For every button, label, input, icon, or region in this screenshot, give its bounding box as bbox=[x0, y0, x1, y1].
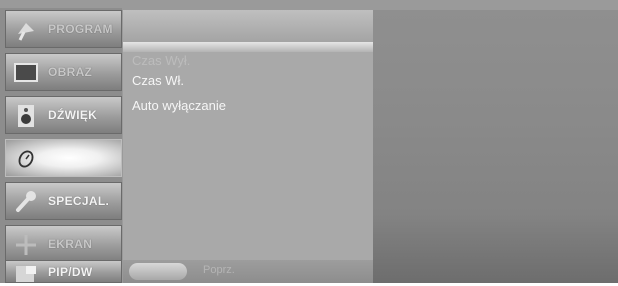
sidebar-item-ekran[interactable]: EKRAN bbox=[5, 225, 122, 263]
main-menu-sidebar: PROGRAM OBRAZ DŹWIĘK SPECJAL. EKRAN PIP/… bbox=[0, 8, 122, 283]
clock-icon bbox=[14, 147, 38, 171]
previous-label: Poprz. bbox=[203, 264, 235, 276]
satellite-dish-icon bbox=[14, 18, 38, 42]
sidebar-item-czas[interactable] bbox=[5, 139, 122, 177]
sidebar-item-label: OBRAZ bbox=[48, 65, 93, 79]
submenu-panel: Czas Wył. Czas Wł. Auto wyłączanie Poprz… bbox=[123, 10, 373, 283]
submenu-footer: Poprz. bbox=[123, 260, 373, 283]
tv-picture-background bbox=[373, 10, 618, 283]
sidebar-item-label: PIP/DW bbox=[48, 265, 93, 279]
wrench-icon bbox=[14, 190, 38, 214]
selection-highlight bbox=[123, 42, 373, 52]
speaker-icon bbox=[14, 104, 38, 128]
sidebar-item-specjal[interactable]: SPECJAL. bbox=[5, 182, 122, 220]
pip-icon bbox=[14, 264, 38, 282]
sidebar-item-label: PROGRAM bbox=[48, 22, 113, 36]
submenu-item-on-time[interactable]: Czas Wł. bbox=[132, 73, 184, 88]
sidebar-item-label: DŹWIĘK bbox=[48, 108, 98, 122]
sidebar-item-program[interactable]: PROGRAM bbox=[5, 10, 122, 48]
sidebar-item-dzwiek[interactable]: DŹWIĘK bbox=[5, 96, 122, 134]
previous-button[interactable] bbox=[129, 263, 187, 280]
sidebar-item-pip[interactable]: PIP/DW bbox=[5, 260, 122, 283]
submenu-item-auto-off[interactable]: Auto wyłączanie bbox=[132, 98, 226, 113]
cross-arrows-icon bbox=[14, 233, 38, 257]
screen-icon bbox=[14, 61, 38, 85]
sidebar-item-label: SPECJAL. bbox=[48, 194, 110, 208]
sidebar-item-label: EKRAN bbox=[48, 237, 93, 251]
sidebar-item-obraz[interactable]: OBRAZ bbox=[5, 53, 122, 91]
submenu-header bbox=[123, 10, 373, 42]
submenu-item-off-time[interactable]: Czas Wył. bbox=[132, 53, 190, 68]
tv-osd-screen: PROGRAM OBRAZ DŹWIĘK SPECJAL. EKRAN PIP/… bbox=[0, 0, 618, 283]
